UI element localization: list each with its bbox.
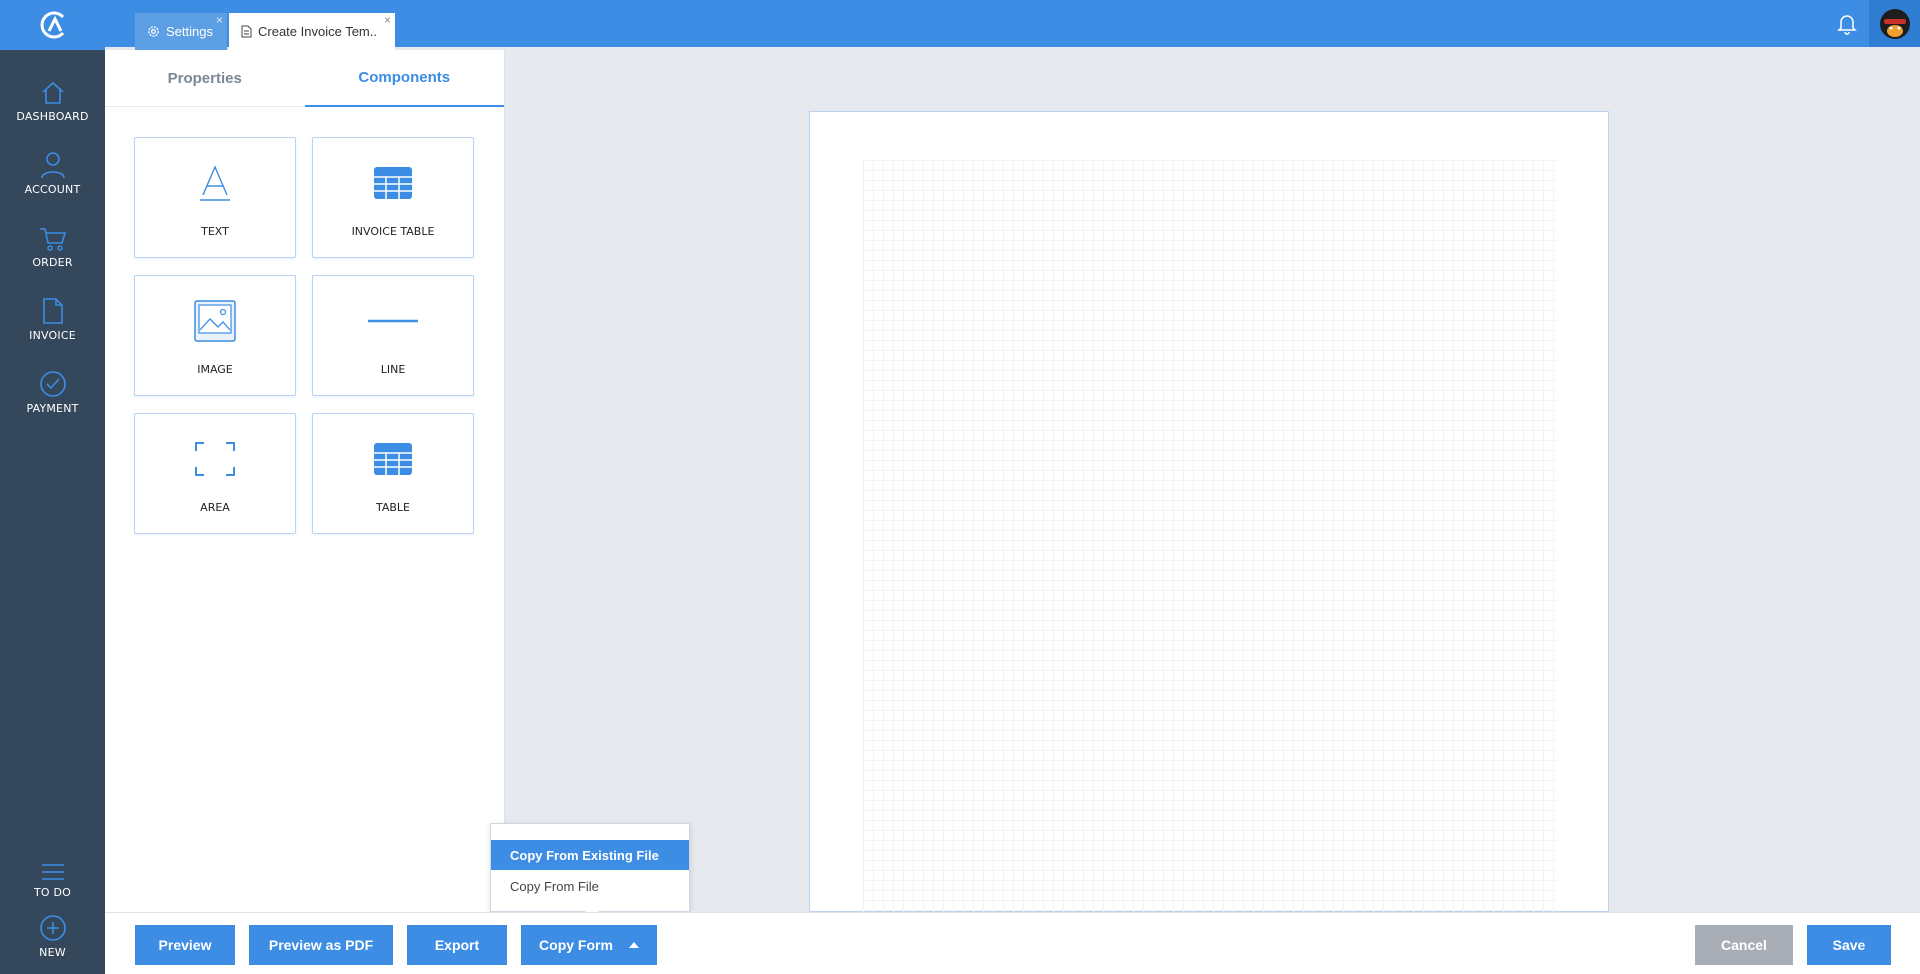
menu-item-copy-from-existing-file[interactable]: Copy From Existing File xyxy=(491,840,689,870)
menu-item-copy-from-file[interactable]: Copy From File xyxy=(491,871,689,901)
invoice-page-canvas[interactable] xyxy=(809,111,1609,913)
component-text[interactable]: TEXT xyxy=(134,137,296,258)
nav-new[interactable]: NEW xyxy=(0,906,105,959)
component-label: IMAGE xyxy=(197,363,233,376)
tab-components[interactable]: Components xyxy=(304,50,504,107)
tab-label: Settings xyxy=(166,24,213,39)
nav-account[interactable]: ACCOUNT xyxy=(0,143,105,196)
app-logo[interactable] xyxy=(0,0,105,50)
document-icon xyxy=(0,289,105,325)
preview-as-pdf-button[interactable]: Preview as PDF xyxy=(249,925,393,965)
nav-label: ORDER xyxy=(32,256,73,269)
panel-tabs: Properties Components xyxy=(105,50,504,107)
component-label: TEXT xyxy=(201,225,229,238)
nav-label: ACCOUNT xyxy=(24,183,81,196)
gear-icon xyxy=(147,25,160,38)
nav-dashboard[interactable]: DASHBOARD xyxy=(0,70,105,123)
check-circle-icon xyxy=(0,362,105,398)
close-icon[interactable]: × xyxy=(384,14,391,26)
cancel-button[interactable]: Cancel xyxy=(1695,925,1793,965)
copy-form-label: Copy Form xyxy=(539,937,613,953)
notification-bell-icon[interactable] xyxy=(1837,13,1857,40)
component-area[interactable]: AREA xyxy=(134,413,296,534)
bottom-toolbar: Preview Preview as PDF Export Copy Form … xyxy=(105,912,1920,974)
avatar-icon xyxy=(1879,8,1910,39)
document-icon xyxy=(241,25,252,38)
component-table[interactable]: TABLE xyxy=(312,413,474,534)
caret-up-icon xyxy=(628,942,639,948)
component-image[interactable]: IMAGE xyxy=(134,275,296,396)
nav-label: TO DO xyxy=(33,886,71,899)
nav-order[interactable]: ORDER xyxy=(0,216,105,269)
logo-icon xyxy=(40,11,64,39)
nav-label: INVOICE xyxy=(29,329,76,342)
text-icon xyxy=(135,162,295,204)
component-label: TABLE xyxy=(375,501,410,514)
tab-settings[interactable]: Settings × xyxy=(135,13,227,50)
save-button[interactable]: Save xyxy=(1807,925,1891,965)
home-icon xyxy=(0,70,105,106)
line-icon xyxy=(313,300,473,342)
component-line[interactable]: LINE xyxy=(312,275,474,396)
nav-label: PAYMENT xyxy=(26,402,79,415)
nav-label: DASHBOARD xyxy=(16,110,89,123)
area-icon xyxy=(135,438,295,480)
grid-table-icon xyxy=(313,162,473,204)
user-icon xyxy=(0,143,105,179)
nav-label: NEW xyxy=(39,946,66,959)
tab-properties[interactable]: Properties xyxy=(105,50,305,107)
list-icon xyxy=(0,846,105,882)
image-icon xyxy=(135,300,295,342)
nav-invoice[interactable]: INVOICE xyxy=(0,289,105,342)
design-grid[interactable] xyxy=(863,160,1557,913)
copy-form-button[interactable]: Copy Form xyxy=(521,925,657,965)
cart-icon xyxy=(0,216,105,252)
export-button[interactable]: Export xyxy=(407,925,507,965)
grid-table-icon xyxy=(313,438,473,480)
components-panel: Properties Components TEXT INVOICE TABLE… xyxy=(105,50,505,912)
top-bar: Settings × Create Invoice Tem.. × xyxy=(105,0,1920,50)
nav-todo[interactable]: TO DO xyxy=(0,846,105,899)
preview-button[interactable]: Preview xyxy=(135,925,235,965)
component-label: LINE xyxy=(380,363,406,376)
nav-payment[interactable]: PAYMENT xyxy=(0,362,105,415)
plus-circle-icon xyxy=(0,906,105,942)
copy-form-menu: Copy From Existing File Copy From File xyxy=(490,823,690,918)
sidebar: DASHBOARD ACCOUNT ORDER INVOICE PAYMENT … xyxy=(0,0,105,974)
close-icon[interactable]: × xyxy=(216,14,223,26)
avatar[interactable] xyxy=(1869,0,1920,47)
component-label: AREA xyxy=(200,501,230,514)
component-invoice-table[interactable]: INVOICE TABLE xyxy=(312,137,474,258)
component-label: INVOICE TABLE xyxy=(351,225,435,238)
tab-create-invoice-template[interactable]: Create Invoice Tem.. × xyxy=(229,13,395,50)
tab-label: Create Invoice Tem.. xyxy=(258,24,377,39)
